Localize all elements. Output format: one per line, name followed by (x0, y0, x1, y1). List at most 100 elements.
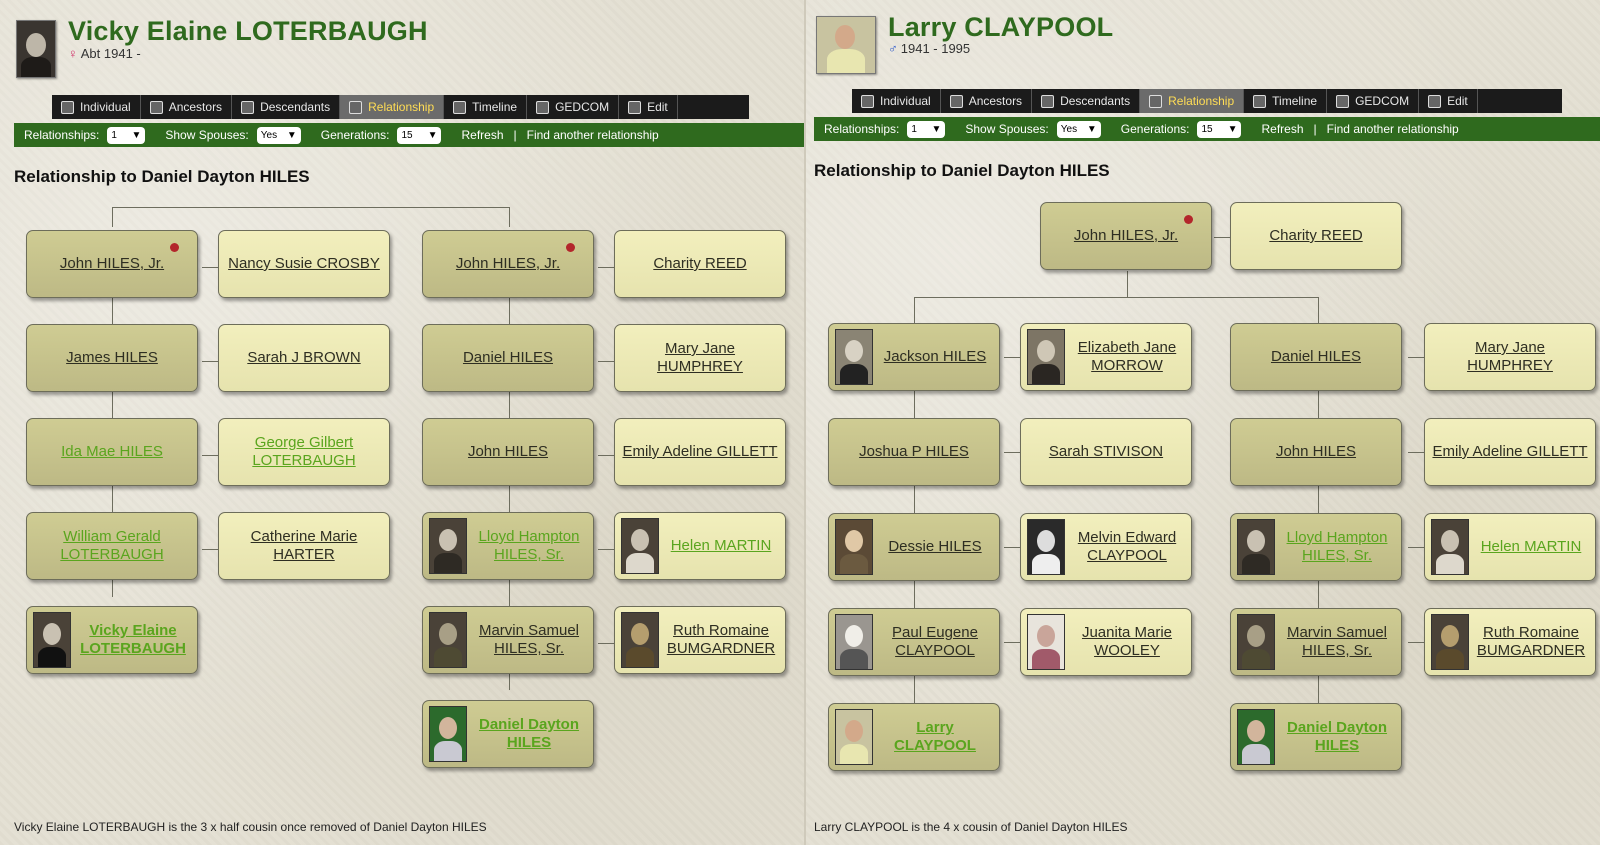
spouse-box[interactable]: Sarah STIVISON (1020, 418, 1192, 486)
person-link[interactable]: Charity REED (653, 255, 746, 273)
show-spouses-select[interactable]: Yes ▼ (256, 126, 301, 144)
spouse-box[interactable]: Ruth Romaine BUMGARDNER (1424, 608, 1596, 676)
person-link[interactable]: Sarah STIVISON (1049, 443, 1163, 461)
relationships-select[interactable]: 1 ▼ (107, 126, 146, 144)
spouse-box[interactable]: Ruth Romaine BUMGARDNER (614, 606, 786, 674)
spouse-box[interactable]: Emily Adeline GILLETT (1424, 418, 1596, 486)
person-link[interactable]: Daniel HILES (463, 349, 553, 367)
person-box[interactable]: John HILES, Jr. (26, 230, 198, 298)
spouse-box[interactable]: Sarah J BROWN (218, 324, 390, 392)
refresh-link[interactable]: Refresh (461, 128, 503, 142)
tab-individual[interactable]: Individual (852, 89, 941, 113)
person-link[interactable]: John HILES, Jr. (456, 255, 560, 273)
spouse-box[interactable]: Melvin Edward CLAYPOOL (1020, 513, 1192, 581)
tab-descendants[interactable]: Descendants (1032, 89, 1141, 113)
spouse-box[interactable]: George Gilbert LOTERBAUGH (218, 418, 390, 486)
person-link[interactable]: James HILES (66, 349, 158, 367)
person-box[interactable]: Lloyd Hampton HILES, Sr. (422, 512, 594, 580)
person-box[interactable]: Marvin Samuel HILES, Sr. (1230, 608, 1402, 676)
person-link[interactable]: Ruth Romaine BUMGARDNER (659, 622, 779, 658)
spouse-box[interactable]: Charity REED (1230, 202, 1402, 270)
person-photo[interactable] (816, 16, 876, 74)
person-photo[interactable] (16, 20, 56, 78)
person-box[interactable]: James HILES (26, 324, 198, 392)
tab-edit[interactable]: Edit (1419, 89, 1478, 113)
spouse-box[interactable]: Juanita Marie WOOLEY (1020, 608, 1192, 676)
person-box[interactable]: Joshua P HILES (828, 418, 1000, 486)
spouse-box[interactable]: Charity REED (614, 230, 786, 298)
tab-individual[interactable]: Individual (52, 95, 141, 119)
spouse-box[interactable]: Elizabeth Jane MORROW (1020, 323, 1192, 391)
tab-relationship[interactable]: Relationship (340, 95, 445, 119)
generations-select[interactable]: 15 ▼ (397, 126, 442, 144)
spouse-box[interactable]: Catherine Marie HARTER (218, 512, 390, 580)
person-link[interactable]: Emily Adeline GILLETT (622, 443, 777, 461)
person-link[interactable]: Joshua P HILES (859, 443, 969, 461)
person-link[interactable]: Marvin Samuel HILES, Sr. (467, 622, 587, 658)
person-link[interactable]: Paul Eugene CLAYPOOL (873, 624, 993, 660)
person-link[interactable]: Charity REED (1269, 227, 1362, 245)
person-link[interactable]: Catherine Marie HARTER (225, 528, 383, 564)
find-relationship-link[interactable]: Find another relationship (527, 128, 659, 142)
person-link[interactable]: Marvin Samuel HILES, Sr. (1275, 624, 1395, 660)
spouse-box[interactable]: Mary Jane HUMPHREY (614, 324, 786, 392)
person-link[interactable]: Ida Mae HILES (61, 443, 163, 461)
spouse-box[interactable]: Emily Adeline GILLETT (614, 418, 786, 486)
tab-ancestors[interactable]: Ancestors (141, 95, 233, 119)
tab-edit[interactable]: Edit (619, 95, 678, 119)
person-link[interactable]: Nancy Susie CROSBY (228, 255, 380, 273)
person-box[interactable]: Marvin Samuel HILES, Sr. (422, 606, 594, 674)
person-box[interactable]: Jackson HILES (828, 323, 1000, 391)
person-box[interactable]: John HILES (1230, 418, 1402, 486)
person-link[interactable]: John HILES, Jr. (1074, 227, 1178, 245)
generations-select[interactable]: 15 ▼ (1197, 120, 1242, 138)
spouse-box[interactable]: Helen MARTIN (1424, 513, 1596, 581)
person-box[interactable]: Daniel HILES (1230, 323, 1402, 391)
person-link[interactable]: George Gilbert LOTERBAUGH (225, 434, 383, 470)
person-box[interactable]: Ida Mae HILES (26, 418, 198, 486)
person-link[interactable]: John HILES (1276, 443, 1356, 461)
spouse-box[interactable]: Nancy Susie CROSBY (218, 230, 390, 298)
person-box[interactable]: Daniel Dayton HILES (1230, 703, 1402, 771)
refresh-link[interactable]: Refresh (1261, 122, 1303, 136)
person-link[interactable]: Helen MARTIN (659, 537, 779, 555)
person-link[interactable]: Mary Jane HUMPHREY (621, 340, 779, 376)
person-link[interactable]: Lloyd Hampton HILES, Sr. (467, 528, 587, 564)
person-box[interactable]: Larry CLAYPOOL (828, 703, 1000, 771)
person-link[interactable]: Sarah J BROWN (247, 349, 360, 367)
person-link[interactable]: Melvin Edward CLAYPOOL (1065, 529, 1185, 565)
tab-ancestors[interactable]: Ancestors (941, 89, 1033, 113)
person-box[interactable]: William Gerald LOTERBAUGH (26, 512, 198, 580)
person-box[interactable]: Paul Eugene CLAYPOOL (828, 608, 1000, 676)
spouse-box[interactable]: Mary Jane HUMPHREY (1424, 323, 1596, 391)
tab-gedcom[interactable]: GEDCOM (1327, 89, 1420, 113)
person-box[interactable]: Daniel Dayton HILES (422, 700, 594, 768)
person-link[interactable]: Daniel Dayton HILES (467, 716, 587, 752)
tab-relationship[interactable]: Relationship (1140, 89, 1245, 113)
show-spouses-select[interactable]: Yes ▼ (1056, 120, 1101, 138)
person-box[interactable]: Daniel HILES (422, 324, 594, 392)
spouse-box[interactable]: Helen MARTIN (614, 512, 786, 580)
tab-timeline[interactable]: Timeline (444, 95, 528, 119)
person-link[interactable]: William Gerald LOTERBAUGH (33, 528, 191, 564)
person-link[interactable]: Juanita Marie WOOLEY (1065, 624, 1185, 660)
tab-timeline[interactable]: Timeline (1244, 89, 1328, 113)
person-link[interactable]: Emily Adeline GILLETT (1432, 443, 1587, 461)
person-link[interactable]: Elizabeth Jane MORROW (1065, 339, 1185, 375)
person-box[interactable]: Vicky Elaine LOTERBAUGH (26, 606, 198, 674)
person-link[interactable]: John HILES (468, 443, 548, 461)
person-link[interactable]: Larry CLAYPOOL (873, 719, 993, 755)
person-box[interactable]: Lloyd Hampton HILES, Sr. (1230, 513, 1402, 581)
person-link[interactable]: Mary Jane HUMPHREY (1431, 339, 1589, 375)
person-box[interactable]: John HILES, Jr. (1040, 202, 1212, 270)
person-link[interactable]: Helen MARTIN (1469, 538, 1589, 556)
person-box[interactable]: John HILES (422, 418, 594, 486)
person-link[interactable]: Jackson HILES (873, 348, 993, 366)
person-box[interactable]: John HILES, Jr. (422, 230, 594, 298)
person-link[interactable]: John HILES, Jr. (60, 255, 164, 273)
person-link[interactable]: Dessie HILES (873, 538, 993, 556)
person-link[interactable]: Daniel HILES (1271, 348, 1361, 366)
tab-descendants[interactable]: Descendants (232, 95, 341, 119)
tab-gedcom[interactable]: GEDCOM (527, 95, 620, 119)
person-link[interactable]: Ruth Romaine BUMGARDNER (1469, 624, 1589, 660)
